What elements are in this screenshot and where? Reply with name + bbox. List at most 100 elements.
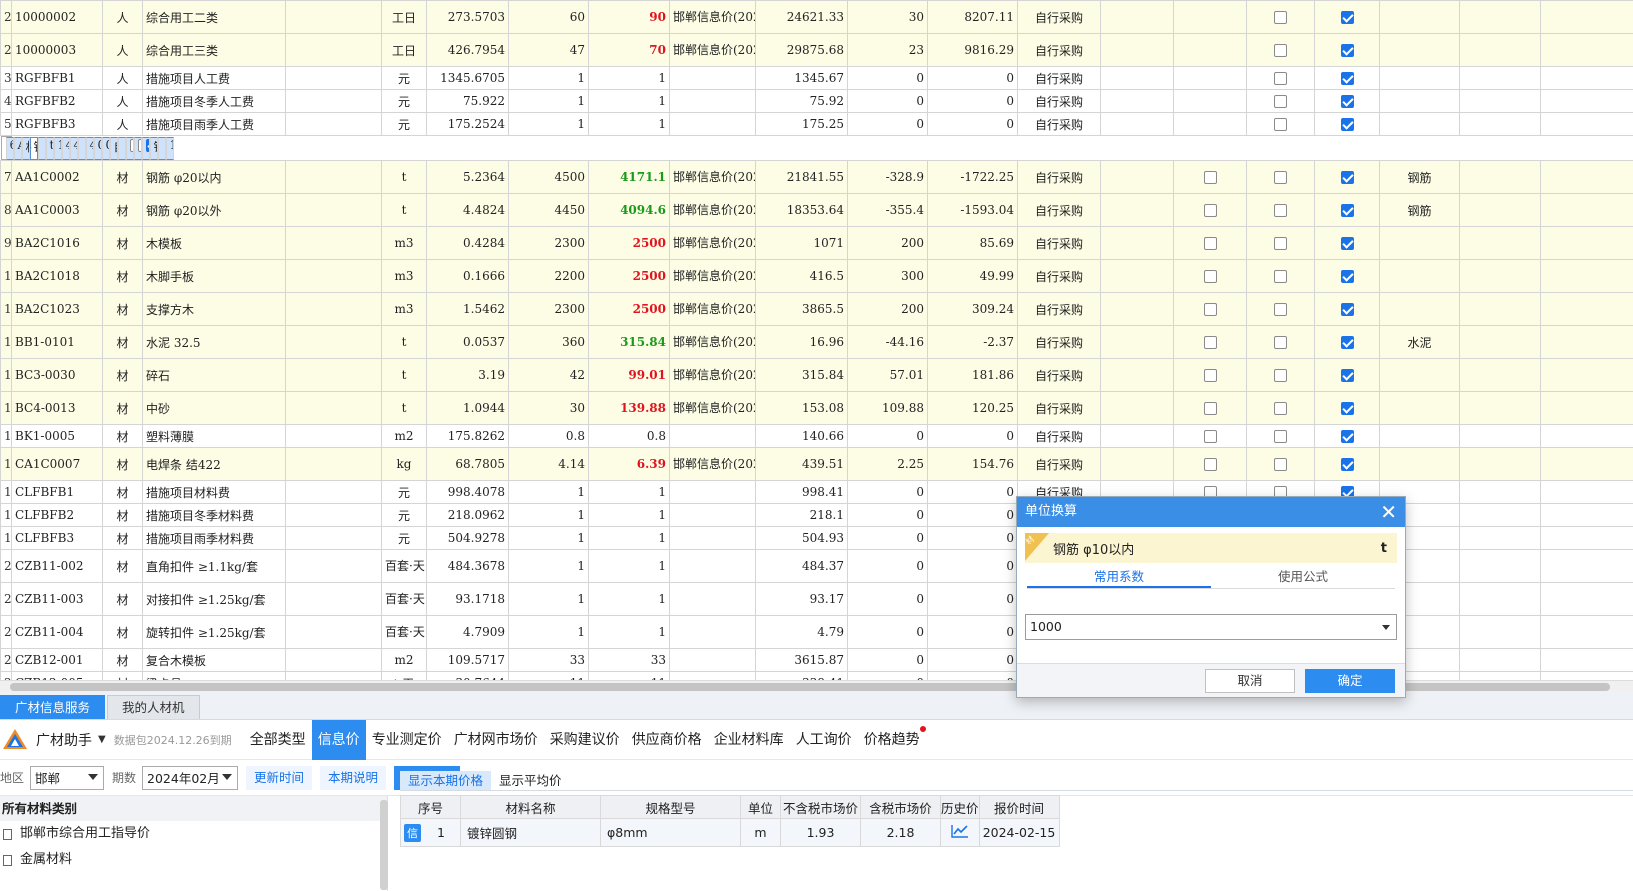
material-name[interactable]: 钢筋 φ20以外 (142, 193, 286, 227)
material-name[interactable]: 措施项目材料费 (142, 480, 286, 504)
supply-mode-cell[interactable]: 自行采购 (1017, 193, 1101, 227)
checkbox-cell[interactable] (1173, 112, 1247, 136)
supply-mode-cell[interactable]: 自行采购 (1017, 325, 1101, 359)
checkbox-unchecked[interactable] (1203, 204, 1217, 217)
market-price-cell[interactable]: 11 (588, 671, 670, 680)
checkbox-cell[interactable] (1314, 160, 1380, 194)
market-price-cell[interactable]: 1 (588, 89, 670, 113)
checkbox-unchecked[interactable] (1274, 11, 1287, 24)
supply-mode-cell[interactable]: 自行采购 (1017, 292, 1101, 326)
material-code[interactable]: BK1-0005 (11, 424, 103, 448)
spec-cell[interactable] (285, 447, 382, 481)
checkbox-cell[interactable] (1246, 391, 1315, 425)
checkbox-cell[interactable] (1314, 424, 1380, 448)
checkbox-unchecked[interactable] (1274, 171, 1287, 184)
material-code[interactable]: RGFBFB1 (11, 66, 103, 90)
table-row[interactable]: 5 RGFBFB3 人措施项目雨季人工费元 175.2524 1 1 175.25 0 0 自行采… (0, 112, 1633, 136)
checkbox-checked[interactable] (1340, 270, 1354, 283)
material-code[interactable]: RGFBFB2 (11, 89, 103, 113)
material-code[interactable]: 10000003 (11, 33, 103, 67)
spec-cell[interactable] (285, 193, 382, 227)
table-row[interactable]: 6AA1C0001材钢筋 φ10以内···t1.0241429042904393… (0, 136, 174, 160)
market-price-cell[interactable]: 1 (588, 615, 670, 649)
checkbox-checked[interactable] (1340, 369, 1354, 382)
checkbox-checked[interactable] (1340, 336, 1354, 349)
checkbox-cell[interactable] (1314, 66, 1380, 90)
supply-mode-cell[interactable]: 自行采购 (1017, 112, 1101, 136)
checkbox-unchecked[interactable] (1203, 303, 1217, 316)
material-name[interactable]: 梁卡具 (142, 671, 286, 680)
material-name[interactable]: 综合用工二类 (142, 0, 286, 34)
category-scrollbar[interactable] (380, 800, 388, 890)
material-code[interactable]: CZB11-004 (11, 615, 103, 649)
table-row[interactable]: 2 10000002 人综合用工二类 工日 273.5703 60 90 邯郸信息价(20 24… (0, 0, 1633, 34)
table-row[interactable]: 4RGFBFB2人措施项目冬季人工费元75.9221175.9200自行采购0 (0, 89, 1633, 113)
table-row[interactable]: 3 RGFBFB1 人措施项目人工费元 1345.6705 1 1 1345.67 0 0 自行采… (0, 66, 1633, 90)
tab-price-type[interactable]: 人工询价 (790, 720, 858, 760)
supply-mode-cell[interactable]: 自行采购 (1017, 226, 1101, 260)
checkbox-cell[interactable] (1314, 33, 1380, 67)
material-code[interactable]: BC4-0013 (11, 391, 103, 425)
checkbox-cell[interactable] (125, 136, 134, 160)
spec-cell[interactable] (285, 549, 382, 583)
factor-select[interactable]: 1000 (1025, 614, 1397, 640)
tab-price-type[interactable]: 价格趋势 (858, 720, 926, 760)
checkbox-cell[interactable] (1173, 325, 1247, 359)
checkbox-cell[interactable] (1246, 226, 1315, 260)
supply-mode-cell[interactable]: 自行采购 (1017, 66, 1101, 90)
material-name[interactable]: 措施项目雨季材料费 (142, 526, 286, 550)
market-price-cell[interactable]: 0.8 (588, 424, 670, 448)
spec-cell[interactable] (285, 112, 382, 136)
checkbox-unchecked[interactable] (1203, 171, 1217, 184)
spec-cell[interactable] (285, 424, 382, 448)
checkbox-unchecked[interactable] (1274, 237, 1287, 250)
checkbox-unchecked[interactable] (1203, 402, 1217, 415)
checkbox-checked[interactable] (1340, 402, 1354, 415)
market-price-cell[interactable]: 4290 (69, 136, 78, 160)
market-price-cell[interactable]: 2500 (588, 292, 670, 326)
checkbox-cell[interactable] (1173, 66, 1247, 90)
checkbox-cell[interactable] (1246, 292, 1315, 326)
checkbox-cell[interactable] (1314, 193, 1380, 227)
spec-cell[interactable] (285, 503, 382, 527)
checkbox-cell[interactable] (1173, 292, 1247, 326)
checkbox-cell[interactable] (1173, 259, 1247, 293)
checkbox-checked[interactable] (1340, 44, 1354, 57)
checkbox-cell[interactable] (1246, 325, 1315, 359)
supply-mode-cell[interactable]: 自行采购 (1017, 0, 1101, 34)
material-name[interactable]: 碎石 (142, 358, 286, 392)
checkbox-checked[interactable] (1340, 430, 1354, 443)
checkbox-cell[interactable] (1173, 424, 1247, 448)
checkbox-cell[interactable] (1173, 226, 1247, 260)
checkbox-unchecked[interactable] (1274, 95, 1287, 108)
checkbox-unchecked[interactable] (1274, 118, 1287, 131)
category-item[interactable]: 邯郸市综合用工指导价 (0, 821, 387, 847)
checkbox-checked[interactable] (1340, 95, 1354, 108)
material-code[interactable]: AA1C0003 (11, 193, 103, 227)
spec-cell[interactable] (285, 358, 382, 392)
market-price-cell[interactable]: 315.84 (588, 325, 670, 359)
supply-mode-cell[interactable]: 自行采购 (1017, 447, 1101, 481)
market-price-cell[interactable]: 99.01 (588, 358, 670, 392)
tab-average-price[interactable]: 显示平均价 (491, 771, 570, 790)
tab-price-type[interactable]: 采购建议价 (544, 720, 626, 760)
checkbox-cell[interactable] (1314, 259, 1380, 293)
market-price-cell[interactable]: 1 (588, 112, 670, 136)
market-price-cell[interactable]: 139.88 (588, 391, 670, 425)
table-row[interactable]: 14BC4-0013材中砂 t1.094430139.88邯郸信息价(2024年0… (0, 391, 1633, 425)
material-name[interactable]: 木模板 (142, 226, 286, 260)
material-code[interactable]: AA1C0002 (11, 160, 103, 194)
table-row[interactable]: 11BA2C1023材支撑方木 m31.546223002500邯郸信息价(202… (0, 292, 1633, 326)
market-price-cell[interactable]: 4171.1 (588, 160, 670, 194)
checkbox-cell[interactable] (1173, 0, 1247, 34)
history-price-cell[interactable] (940, 818, 980, 847)
tab-price-type[interactable]: 企业材料库 (708, 720, 790, 760)
material-name[interactable]: 措施项目冬季人工费 (142, 89, 286, 113)
update-time-button[interactable]: 更新时间 (246, 765, 313, 790)
checkbox-cell[interactable] (1246, 259, 1315, 293)
market-price-cell[interactable]: 1 (588, 526, 670, 550)
market-price-cell[interactable]: 33 (588, 648, 670, 672)
checkbox-unchecked[interactable] (1274, 402, 1287, 415)
material-name[interactable]: 对接扣件 ≥1.25kg/套 (142, 582, 286, 616)
supply-mode-cell[interactable]: 自行采购 (109, 136, 118, 160)
